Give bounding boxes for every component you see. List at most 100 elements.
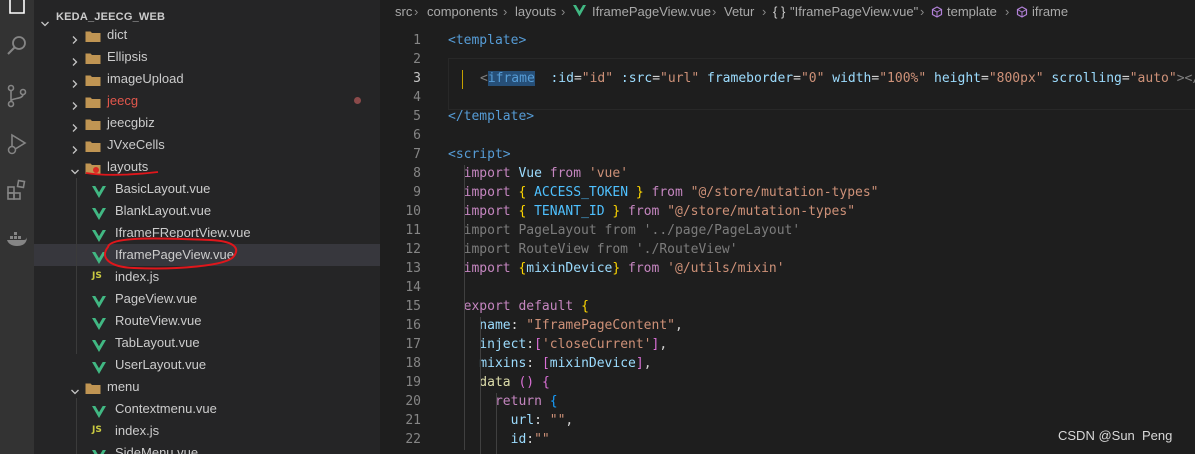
- code-token: mixins: [448, 356, 527, 371]
- tree-file[interactable]: BasicLayout.vue: [34, 178, 380, 200]
- code-token: =: [793, 71, 801, 86]
- code-token: import: [448, 185, 519, 200]
- tree-folder[interactable]: jeecgbiz: [34, 112, 380, 134]
- code-token: width: [824, 71, 872, 86]
- code-token: ,: [643, 356, 652, 371]
- code-text: import {mixinDevice} from '@/utils/mixin…: [448, 261, 785, 276]
- line-number: 16: [405, 318, 421, 333]
- tree-folder[interactable]: Ellipsis: [34, 46, 380, 68]
- code-token: =: [573, 71, 582, 86]
- line-number: 1: [413, 33, 421, 48]
- code-token: id: [448, 432, 527, 447]
- breadcrumb-vetur[interactable]: Vetur: [724, 4, 754, 19]
- breadcrumb-components[interactable]: components: [427, 4, 498, 19]
- code-line[interactable]: 20 return {: [380, 393, 1195, 412]
- code-line[interactable]: 8 import Vue from 'vue': [380, 165, 1195, 184]
- code-token: [: [541, 356, 550, 371]
- braces-icon: { }: [773, 4, 786, 19]
- code-line[interactable]: 18 mixins: [mixinDevice],: [380, 355, 1195, 374]
- code-text: import PageLayout from '../page/PageLayo…: [448, 223, 801, 238]
- code-line[interactable]: 13 import {mixinDevice} from '@/utils/mi…: [380, 260, 1195, 279]
- tree-file[interactable]: IframeFReportView.vue: [34, 222, 380, 244]
- tree-file[interactable]: Contextmenu.vue: [34, 398, 380, 420]
- line-number: 12: [405, 242, 421, 257]
- breadcrumb-module[interactable]: "IframePageView.vue": [790, 4, 918, 19]
- folder-icon: [85, 94, 101, 113]
- vue-icon: [573, 5, 586, 20]
- folder-icon: [85, 28, 101, 47]
- code-line[interactable]: 11 import PageLayout from '../page/PageL…: [380, 222, 1195, 241]
- code-token: "": [534, 432, 550, 447]
- tree-item-label: SideMenu.vue: [115, 445, 199, 454]
- code-line[interactable]: 6: [380, 127, 1195, 146]
- code-token: scrolling: [1043, 71, 1122, 86]
- code-line[interactable]: 17 inject:['closeCurrent'],: [380, 336, 1195, 355]
- code-text: import { TENANT_ID } from "@/store/mutat…: [448, 204, 855, 219]
- tree-file[interactable]: PageView.vue: [34, 288, 380, 310]
- tree-folder[interactable]: imageUpload: [34, 68, 380, 90]
- code-token: <script>: [448, 147, 511, 162]
- tree-file[interactable]: SideMenu.vue: [34, 442, 380, 454]
- code-line[interactable]: 7 <script>: [380, 146, 1195, 165]
- tree-folder[interactable]: dict: [34, 24, 380, 46]
- code-token: ACCESS_TOKEN: [534, 185, 636, 200]
- chevron-right-icon: ›: [503, 4, 508, 19]
- code-token: '@/utils/mixin': [667, 261, 785, 276]
- tree-file[interactable]: TabLayout.vue: [34, 332, 380, 354]
- tree-file[interactable]: JS index.js: [34, 420, 380, 442]
- code-line[interactable]: 2: [380, 51, 1195, 70]
- explorer-icon[interactable]: [0, 0, 34, 22]
- tree-folder[interactable]: jeecg: [34, 90, 380, 112]
- tree-file[interactable]: JS index.js: [34, 266, 380, 288]
- code-token: =: [980, 71, 989, 86]
- code-line[interactable]: 9 import { ACCESS_TOKEN } from "@/store/…: [380, 184, 1195, 203]
- code-token: ,: [565, 413, 574, 428]
- line-number: 3: [413, 71, 421, 86]
- code-line[interactable]: 16 name: "IframePageContent",: [380, 317, 1195, 336]
- code-token: }: [635, 185, 652, 200]
- extensions-icon[interactable]: [0, 172, 34, 208]
- tree-file[interactable]: IframePageView.vue: [34, 244, 380, 266]
- search-icon[interactable]: [0, 28, 34, 64]
- chevron-right-icon: ›: [762, 4, 767, 19]
- source-control-icon[interactable]: [0, 78, 34, 114]
- modified-dot: [354, 97, 361, 104]
- tree-item-label: JVxeCells: [107, 137, 165, 152]
- code-text: import RouteView from './RouteView': [448, 242, 738, 257]
- breadcrumb-src[interactable]: src: [395, 4, 412, 19]
- code-line[interactable]: 4: [380, 89, 1195, 108]
- code-line[interactable]: 12 import RouteView from './RouteView': [380, 241, 1195, 260]
- chevron-right-icon: ›: [414, 4, 419, 19]
- breadcrumb-layouts[interactable]: layouts: [515, 4, 556, 19]
- run-debug-icon[interactable]: [0, 126, 34, 162]
- line-number: 13: [405, 261, 421, 276]
- code-line[interactable]: 5 </template>: [380, 108, 1195, 127]
- line-number: 17: [405, 337, 421, 352]
- tree-folder[interactable]: JVxeCells: [34, 134, 380, 156]
- breadcrumb-iframe[interactable]: iframe: [1032, 4, 1068, 19]
- code-line[interactable]: 1 <template>: [380, 32, 1195, 51]
- code-token: [: [534, 337, 542, 352]
- breadcrumb-file[interactable]: IframePageView.vue: [592, 4, 711, 19]
- code-token: "800px": [988, 71, 1044, 86]
- tree-file[interactable]: BlankLayout.vue: [34, 200, 380, 222]
- code-token: :: [526, 356, 542, 371]
- code-line[interactable]: 10 import { TENANT_ID } from "@/store/mu…: [380, 203, 1195, 222]
- tree-folder[interactable]: layouts: [34, 156, 380, 178]
- docker-icon[interactable]: [0, 222, 34, 258]
- line-number: 20: [405, 394, 421, 409]
- code-line[interactable]: 3 <iframe :id="id" :src="url" frameborder…: [380, 70, 1195, 89]
- code-line[interactable]: 15 export default {: [380, 298, 1195, 317]
- code-line[interactable]: 14: [380, 279, 1195, 298]
- tree-file[interactable]: RouteView.vue: [34, 310, 380, 332]
- code-line[interactable]: 19 data () {: [380, 374, 1195, 393]
- tree-file[interactable]: UserLayout.vue: [34, 354, 380, 376]
- line-number: 2: [413, 52, 421, 67]
- breadcrumb-template[interactable]: template: [947, 4, 997, 19]
- indent-guide: [496, 393, 497, 454]
- tree-folder[interactable]: menu: [34, 376, 380, 398]
- code-token: "IframePageContent": [526, 318, 675, 333]
- code-token: from: [628, 204, 668, 219]
- line-number: 15: [405, 299, 421, 314]
- tree-item-label: IframePageView.vue: [115, 247, 234, 262]
